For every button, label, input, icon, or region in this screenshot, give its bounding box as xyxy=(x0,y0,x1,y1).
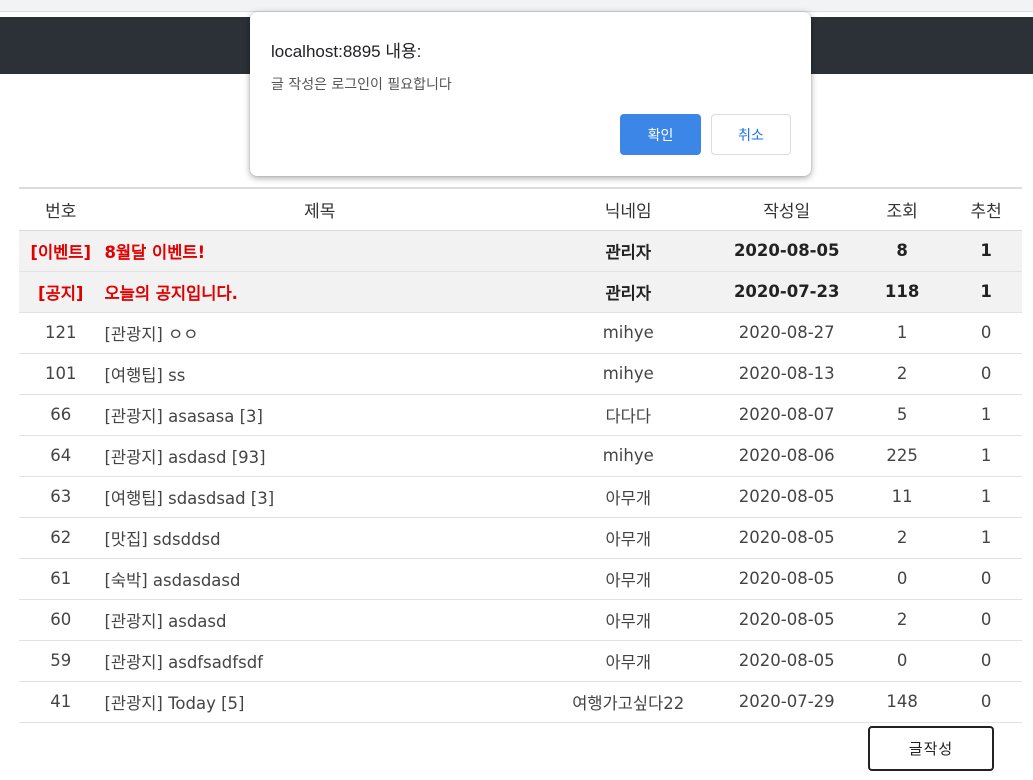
row-views: 5 xyxy=(854,394,951,436)
row-no: 59 xyxy=(19,640,103,682)
row-date: 2020-08-07 xyxy=(719,394,855,436)
row-date: 2020-08-05 xyxy=(719,640,855,682)
row-title-link[interactable]: [숙박] asdasdasd xyxy=(102,558,538,600)
row-title-link[interactable]: [관광지] asdfsadfsdf xyxy=(102,640,538,682)
table-row[interactable]: 121 [관광지] ㅇㅇ mihye 2020-08-27 1 0 xyxy=(19,312,1022,354)
pinned-category: [공지] xyxy=(19,271,103,313)
table-row[interactable]: 62 [맛집] sdsddsd 아무개 2020-08-05 2 1 xyxy=(19,517,1022,559)
row-recommend: 0 xyxy=(950,681,1022,723)
pinned-row-notice[interactable]: [공지] 오늘의 공지입니다. 관리자 2020-07-23 118 1 xyxy=(19,271,1022,313)
table-row[interactable]: 64 [관광지] asdasd [93] mihye 2020-08-06 22… xyxy=(19,435,1022,477)
row-no: 41 xyxy=(19,681,103,723)
pinned-date: 2020-08-05 xyxy=(719,230,855,272)
pinned-row-event[interactable]: [이벤트] 8월달 이벤트! 관리자 2020-08-05 8 1 xyxy=(19,230,1022,272)
row-recommend: 0 xyxy=(950,353,1022,395)
pinned-title-link[interactable]: 오늘의 공지입니다. xyxy=(102,271,538,313)
row-views: 0 xyxy=(854,640,951,682)
row-title-link[interactable]: [여행팁] sdasdsad [3] xyxy=(102,476,538,518)
dialog-title: localhost:8895 내용: xyxy=(271,42,422,61)
row-nickname: mihye xyxy=(537,353,720,395)
row-nickname: 아무개 xyxy=(537,476,720,518)
row-views: 11 xyxy=(854,476,951,518)
row-title-link[interactable]: [관광지] ㅇㅇ xyxy=(102,312,538,354)
row-date: 2020-08-05 xyxy=(719,517,855,559)
table-row[interactable]: 61 [숙박] asdasdasd 아무개 2020-08-05 0 0 xyxy=(19,558,1022,600)
row-views: 225 xyxy=(854,435,951,477)
pinned-views: 8 xyxy=(854,230,951,272)
row-views: 2 xyxy=(854,599,951,641)
row-recommend: 0 xyxy=(950,640,1022,682)
table-row[interactable]: 66 [관광지] asasasa [3] 다다다 2020-08-07 5 1 xyxy=(19,394,1022,436)
pinned-category: [이벤트] xyxy=(19,230,103,272)
row-views: 2 xyxy=(854,517,951,559)
row-nickname: 아무개 xyxy=(537,640,720,682)
row-recommend: 0 xyxy=(950,558,1022,600)
browser-top-strip xyxy=(0,0,1033,12)
row-nickname: mihye xyxy=(537,312,720,354)
pinned-nickname: 관리자 xyxy=(537,230,720,272)
row-title-link[interactable]: [관광지] asdasd [93] xyxy=(102,435,538,477)
row-title-link[interactable]: [맛집] sdsddsd xyxy=(102,517,538,559)
table-header-row: 번호 제목 닉네임 작성일 조회 추천 xyxy=(19,188,1022,231)
row-recommend: 1 xyxy=(950,435,1022,477)
row-title-link[interactable]: [관광지] Today [5] xyxy=(102,681,538,723)
row-recommend: 0 xyxy=(950,312,1022,354)
row-views: 148 xyxy=(854,681,951,723)
row-nickname: 아무개 xyxy=(537,558,720,600)
row-title-link[interactable]: [여행팁] ss xyxy=(102,353,538,395)
header-recommend: 추천 xyxy=(950,188,1022,231)
pinned-views: 118 xyxy=(854,271,951,313)
pinned-title-link[interactable]: 8월달 이벤트! xyxy=(102,230,538,272)
row-no: 101 xyxy=(19,353,103,395)
header-views: 조회 xyxy=(854,188,951,231)
row-date: 2020-08-13 xyxy=(719,353,855,395)
pinned-nickname: 관리자 xyxy=(537,271,720,313)
row-date: 2020-08-05 xyxy=(719,558,855,600)
table-row[interactable]: 60 [관광지] asdasd 아무개 2020-08-05 2 0 xyxy=(19,599,1022,641)
row-title-link[interactable]: [관광지] asasasa [3] xyxy=(102,394,538,436)
row-date: 2020-08-06 xyxy=(719,435,855,477)
row-date: 2020-08-05 xyxy=(719,476,855,518)
row-no: 60 xyxy=(19,599,103,641)
pinned-recommend: 1 xyxy=(950,230,1022,272)
row-date: 2020-08-27 xyxy=(719,312,855,354)
row-nickname: 아무개 xyxy=(537,599,720,641)
header-title: 제목 xyxy=(102,188,538,231)
row-no: 63 xyxy=(19,476,103,518)
row-views: 1 xyxy=(854,312,951,354)
row-title-link[interactable]: [관광지] asdasd xyxy=(102,599,538,641)
dialog-message: 글 작성은 로그인이 필요합니다 xyxy=(271,77,452,93)
row-nickname: 아무개 xyxy=(537,517,720,559)
alert-dialog: localhost:8895 내용: 글 작성은 로그인이 필요합니다 확인 취… xyxy=(250,12,811,176)
pinned-date: 2020-07-23 xyxy=(719,271,855,313)
header-nickname: 닉네임 xyxy=(537,188,720,231)
board-table: 번호 제목 닉네임 작성일 조회 추천 [이벤트] 8월달 이벤트! 관리자 2… xyxy=(19,187,1022,723)
row-views: 2 xyxy=(854,353,951,395)
row-nickname: 다다다 xyxy=(537,394,720,436)
table-row[interactable]: 101 [여행팁] ss mihye 2020-08-13 2 0 xyxy=(19,353,1022,395)
row-recommend: 1 xyxy=(950,476,1022,518)
row-nickname: mihye xyxy=(537,435,720,477)
row-recommend: 1 xyxy=(950,517,1022,559)
row-no: 62 xyxy=(19,517,103,559)
row-no: 64 xyxy=(19,435,103,477)
cancel-button[interactable]: 취소 xyxy=(711,114,791,155)
row-recommend: 0 xyxy=(950,599,1022,641)
header-date: 작성일 xyxy=(719,188,855,231)
table-row[interactable]: 63 [여행팁] sdasdsad [3] 아무개 2020-08-05 11 … xyxy=(19,476,1022,518)
row-views: 0 xyxy=(854,558,951,600)
confirm-button[interactable]: 확인 xyxy=(620,114,701,155)
write-post-button[interactable]: 글작성 xyxy=(868,726,994,771)
row-no: 121 xyxy=(19,312,103,354)
row-no: 66 xyxy=(19,394,103,436)
header-no: 번호 xyxy=(19,188,103,231)
row-date: 2020-07-29 xyxy=(719,681,855,723)
row-no: 61 xyxy=(19,558,103,600)
row-recommend: 1 xyxy=(950,394,1022,436)
table-row[interactable]: 59 [관광지] asdfsadfsdf 아무개 2020-08-05 0 0 xyxy=(19,640,1022,682)
pinned-recommend: 1 xyxy=(950,271,1022,313)
row-date: 2020-08-05 xyxy=(719,599,855,641)
table-row[interactable]: 41 [관광지] Today [5] 여행가고싶다22 2020-07-29 1… xyxy=(19,681,1022,723)
row-nickname: 여행가고싶다22 xyxy=(537,681,720,723)
